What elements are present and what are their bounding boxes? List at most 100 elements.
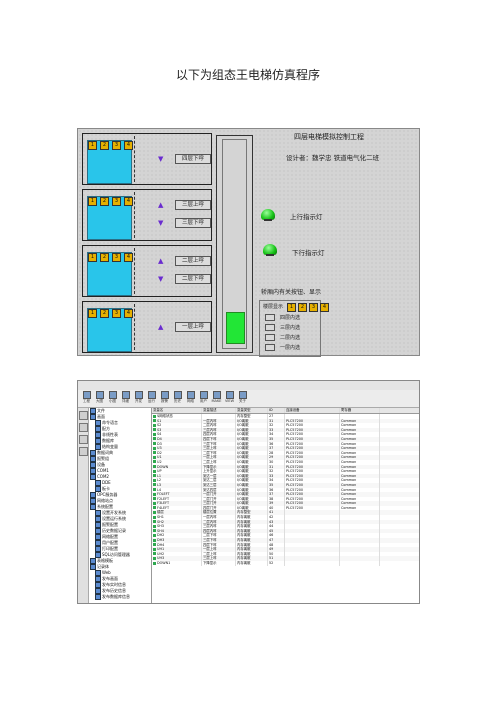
elevator-car [226,312,245,344]
inner-call-button[interactable] [265,344,275,351]
table-cell: Common [341,469,357,474]
system-icon[interactable] [79,411,88,420]
table-cell: 二层上呼 [203,459,217,464]
tree-item-label: 设置开发系统 [102,510,126,516]
table-cell: UH2 [157,551,165,556]
tree-item-label: 网络站点 [97,498,113,504]
table-cell: U1 [157,455,162,460]
table-cell: D3 [157,441,162,446]
column-header[interactable]: 连接设备 [285,408,340,413]
hall-call-button[interactable]: 二层下呼 [175,274,211,284]
floor-indicator: 2 [100,309,109,318]
table-row[interactable]: DOWN1 下降显示 内存离散 52 [152,561,419,566]
inner-call-button[interactable] [265,314,275,321]
toolbar-button[interactable]: VIEW [223,390,236,406]
column-header[interactable]: 变量名 [152,408,202,413]
table-cell: 37 [269,446,274,451]
table-cell: 29 [269,455,274,460]
inner-call-item[interactable]: 四层内选 [265,314,300,321]
hall-call-button[interactable]: 二层上呼 [175,256,211,266]
tree-item-label: 设备 [97,462,105,468]
toolbar-icon [238,391,247,399]
table-cell: PLC57200 [286,427,304,432]
table-cell: 内存离散 [237,551,251,556]
table-cell: 内存离散 [237,547,251,552]
inner-call-button[interactable] [265,334,275,341]
screen-icon[interactable] [79,447,88,456]
toolbar-button[interactable]: 运行 [145,390,158,406]
floor-4: 1 2 3 4 ▼ 四层下呼 [82,133,212,185]
toolbar-button[interactable]: 开发 [132,390,145,406]
tree-item-label: 文件 [97,408,105,414]
inner-call-item[interactable]: 三层内选 [265,324,300,331]
tree-item-label: 数据词典 [97,450,113,456]
hall-call-button[interactable]: 三层上呼 [175,200,211,210]
variable-icon [153,488,156,491]
inner-call-item[interactable]: 一层内选 [265,344,300,351]
tree-item-label: COM2 [97,474,109,480]
table-cell: 四层内呼 [203,528,217,533]
toolbar-button[interactable]: 历史 [171,390,184,406]
table-cell: 二层下呼 [203,450,217,455]
table-cell: PLC57200 [286,446,304,451]
floor-indicator: 1 [88,197,97,206]
column-header[interactable]: 变量类型 [236,408,268,413]
variable-icon [153,520,156,524]
table-cell: I/O离散 [237,505,249,510]
toolbar-icon [82,391,91,399]
toolbar-button[interactable]: 小图 [106,390,119,406]
tree-item-label: 设置运行系统 [102,516,126,522]
table-cell: DOWN1 [157,561,171,565]
toolbar-button[interactable]: 大图 [93,390,106,406]
toolbar-label: 用户 [200,399,207,403]
table-cell: DOWN [157,464,169,469]
tree-item-label: 报警配置 [102,522,118,528]
column-header[interactable]: 变量描述 [202,408,236,413]
table-cell: I/O离散 [237,469,249,474]
variable-table: 变量名 变量描述 变量类型 ID 连接设备 寄存器 $网络状态 内存整型 27 S1 一层内呼 I/… [152,408,419,603]
table-cell: 一层内呼 [203,515,217,520]
hall-call-button[interactable]: 三层下呼 [175,218,211,228]
hall-call-button[interactable]: 四层下呼 [175,154,211,164]
elevator-shaft [216,135,253,353]
floor-indicator: 4 [124,197,133,206]
table-cell: 42 [269,515,274,520]
folder-icon [95,594,101,600]
table-cell: PLC57200 [286,473,304,478]
inner-call-item[interactable]: 二层内选 [265,334,300,341]
table-cell: Common [341,505,357,510]
floor-indicator: 4 [124,253,133,262]
column-header[interactable]: ID [268,408,285,413]
table-cell: 内存离散 [237,556,251,561]
variable-icon [153,428,156,432]
variable-icon [153,419,156,423]
toolbar-button[interactable]: 工程 [80,390,93,406]
variable-icon [153,529,156,533]
table-cell: PLC57200 [286,496,304,501]
column-header[interactable]: 寄存器 [340,408,380,413]
toolbar-button[interactable]: 用户 [197,390,210,406]
table-cell: I/O离散 [237,450,249,455]
down-lamp-label: 下行指示灯 [292,249,325,257]
toolbar-button[interactable]: 网络 [184,390,197,406]
variable-icon [153,432,156,436]
toolbar-button[interactable]: 关于 [236,390,249,406]
toolbar-button[interactable]: 报警 [158,390,171,406]
floor-indicator: 4 [124,309,133,318]
table-cell: 34 [269,478,274,483]
toolbar-button[interactable]: MAKE [210,390,223,406]
table-cell: L1 [157,473,162,478]
table-cell: 内存整型 [237,510,251,515]
toolbar-button[interactable]: 详细 [119,390,132,406]
variable-icon[interactable] [79,423,88,432]
hall-call-button[interactable]: 一层上呼 [175,322,211,332]
table-cell: 三层内呼 [203,427,217,432]
table-cell: 三层门开 [203,501,217,506]
inner-call-button[interactable] [265,324,275,331]
site-icon[interactable] [79,435,88,444]
floor-indicator: 1 [88,253,97,262]
table-cell: Common [341,459,357,464]
tree-item[interactable]: 发布数据库信息 [89,594,151,600]
toolbar-icon [225,391,234,399]
variable-icon [153,414,156,418]
